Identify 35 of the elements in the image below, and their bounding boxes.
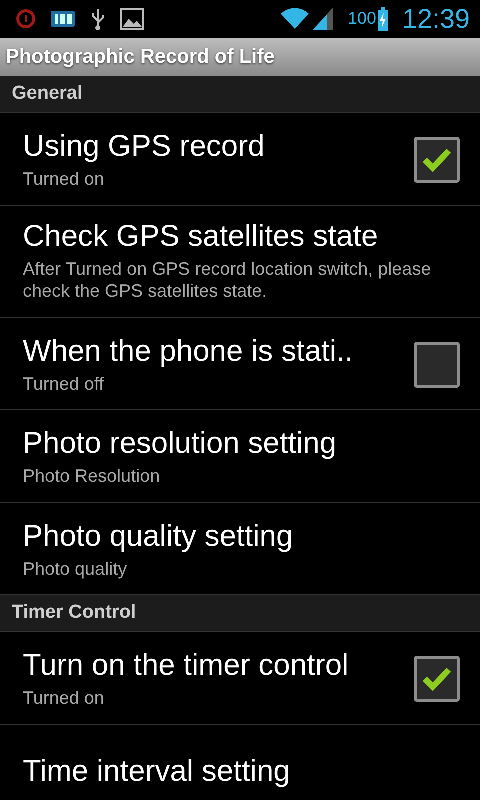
check-icon [422,148,452,172]
preference-title: When the phone is stati.. [23,334,354,368]
category-header: General [0,76,480,113]
preference-title: Photo resolution setting [23,427,338,461]
preference-summary: Turned off [23,372,106,395]
preference-title: Using GPS record [23,130,266,164]
category-header: Timer Control [0,595,480,632]
check-icon [422,667,452,692]
preference-title: Photo quality setting [23,520,294,554]
preference-row[interactable]: Check GPS satellites state After Turned on GPS record location switch, please check the GPS satellites state. [0,206,480,318]
signal-icon [312,7,334,31]
preference-row[interactable]: Using GPS record Turned on [0,113,480,206]
checkbox[interactable] [414,656,460,702]
clock-time: 12:39 [402,4,470,34]
image-icon [120,8,144,30]
battery-percent: 100 [348,9,376,29]
preference-summary: Turned on [23,687,106,710]
charging-battery-icon [378,7,388,31]
battery-icon [50,10,76,28]
preference-row[interactable]: Photo resolution setting Photo Resolution [0,410,480,502]
preference-title: Check GPS satellites state [23,220,380,254]
preference-title: Turn on the timer control [23,649,350,683]
checkbox[interactable] [414,137,460,184]
preference-row[interactable]: Time interval setting [0,724,480,800]
preference-summary: Photo quality [23,558,128,580]
preference-title: Time interval setting [23,754,292,788]
usb-icon [90,7,106,31]
wifi-icon [280,7,310,31]
preference-summary: After Turned on GPS record location switch, please check the GPS satellites state. [23,258,432,302]
checkbox[interactable] [414,342,460,388]
app-title: Photographic Record of Life [0,38,480,76]
preference-row[interactable]: When the phone is stati.. Turned off [0,318,480,410]
preference-summary: Turned on [23,168,106,190]
preference-row[interactable]: Turn on the timer control Turned on [0,632,480,724]
preference-summary: Photo Resolution [23,465,162,488]
